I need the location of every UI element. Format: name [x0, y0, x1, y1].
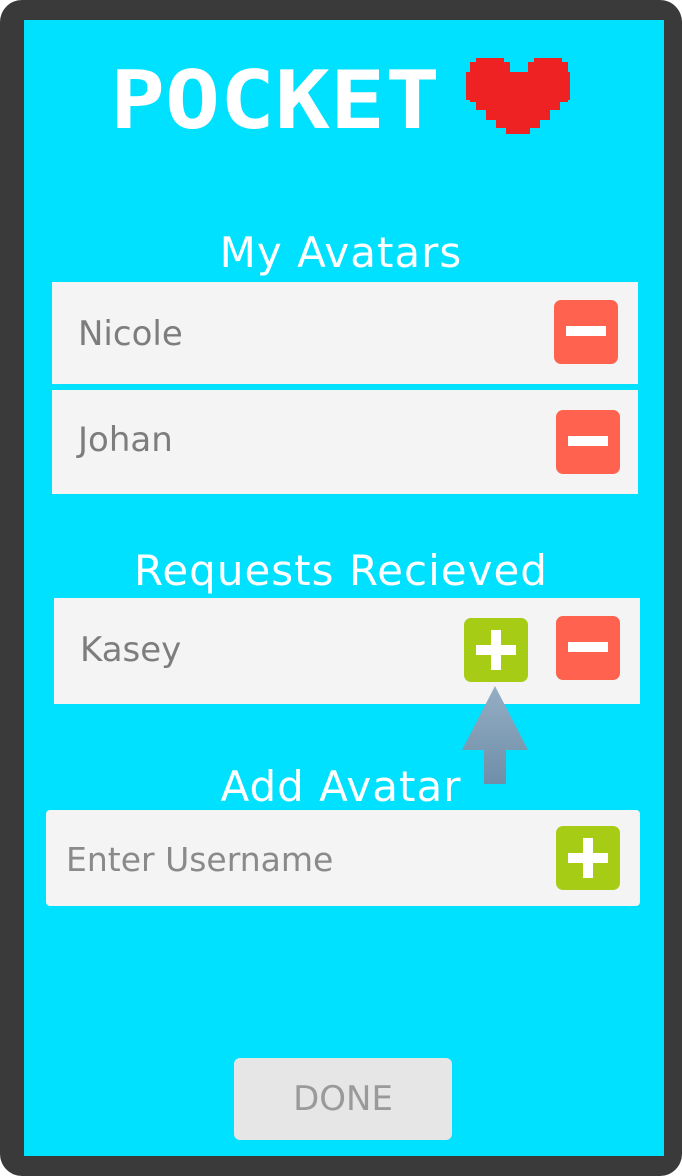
username-input[interactable]: [64, 830, 538, 888]
requests-title: Requests Recieved: [134, 546, 548, 595]
minus-icon: [568, 436, 608, 446]
list-divider: [52, 384, 638, 390]
add-avatar-button[interactable]: [556, 826, 620, 890]
accept-request-button[interactable]: [464, 618, 528, 682]
decline-request-button[interactable]: [556, 616, 620, 680]
pixel-heart-icon: [466, 58, 570, 134]
remove-avatar-button[interactable]: [554, 300, 618, 364]
avatar-name: Johan: [78, 420, 173, 460]
app-title: POCKET: [110, 58, 440, 136]
plus-icon: [476, 630, 516, 670]
app-logo: POCKET: [110, 58, 570, 136]
plus-icon: [568, 838, 608, 878]
avatar-name: Nicole: [78, 314, 183, 354]
minus-icon: [566, 326, 606, 336]
request-name: Kasey: [80, 630, 182, 670]
minus-icon: [568, 642, 608, 652]
my-avatars-title: My Avatars: [219, 228, 463, 277]
add-avatar-title: Add Avatar: [220, 762, 462, 811]
remove-avatar-button[interactable]: [556, 410, 620, 474]
done-button[interactable]: DONE: [234, 1058, 452, 1140]
